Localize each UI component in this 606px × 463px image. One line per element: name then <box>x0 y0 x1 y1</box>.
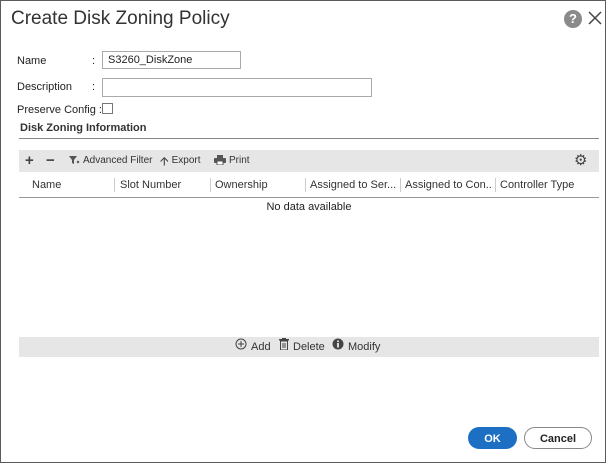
remove-row-button[interactable]: − <box>46 150 55 172</box>
name-colon: : <box>92 55 96 67</box>
cancel-button[interactable]: Cancel <box>524 427 592 449</box>
add-button[interactable]: Add <box>235 337 271 357</box>
add-row-button[interactable]: + <box>25 150 34 172</box>
plus-circle-icon <box>235 337 247 357</box>
name-input[interactable] <box>102 51 241 69</box>
description-label: Description <box>17 81 73 93</box>
advanced-filter-button[interactable]: Advanced Filter <box>69 150 152 172</box>
info-icon <box>332 337 344 357</box>
empty-table-message: No data available <box>266 201 352 213</box>
gear-icon: ⚙ <box>574 152 588 169</box>
dialog-title: Create Disk Zoning Policy <box>11 8 230 29</box>
column-header-assigned-to-controller[interactable]: Assigned to Con... <box>405 175 493 195</box>
delete-label: Delete <box>293 341 325 353</box>
column-divider <box>210 178 211 192</box>
column-header-controller-type[interactable]: Controller Type <box>500 175 595 195</box>
export-label: Export <box>171 155 201 166</box>
modify-button[interactable]: Modify <box>332 337 380 357</box>
plus-icon: + <box>25 152 34 169</box>
description-input[interactable] <box>102 78 372 97</box>
column-divider <box>495 178 496 192</box>
column-header-name[interactable]: Name <box>32 175 112 195</box>
column-header-ownership[interactable]: Ownership <box>215 175 303 195</box>
table-action-bar: Add Delete Modify <box>19 337 599 357</box>
column-header-slot-number[interactable]: Slot Number <box>120 175 208 195</box>
delete-button[interactable]: Delete <box>279 337 325 357</box>
add-label: Add <box>251 341 271 353</box>
create-disk-zoning-policy-dialog: Create Disk Zoning Policy ? Name : Descr… <box>0 0 606 463</box>
ok-button[interactable]: OK <box>468 427 517 449</box>
export-icon: 🡩 <box>160 154 169 168</box>
print-button[interactable]: Print <box>214 150 250 172</box>
table-toolbar: + − Advanced Filter 🡩 Export Print ⚙ <box>19 150 599 172</box>
print-label: Print <box>229 155 250 166</box>
advanced-filter-label: Advanced Filter <box>83 155 153 166</box>
name-label: Name <box>17 55 47 67</box>
close-icon[interactable] <box>587 8 603 28</box>
table-settings-button[interactable]: ⚙ <box>574 150 587 172</box>
table-header: Name Slot Number Ownership Assigned to S… <box>19 175 599 198</box>
export-button[interactable]: 🡩 Export <box>160 150 201 172</box>
preserve-config-label: Preserve Config : <box>17 104 102 116</box>
preserve-config-checkbox[interactable] <box>102 103 113 114</box>
description-colon: : <box>92 81 96 93</box>
column-divider <box>400 178 401 192</box>
column-header-assigned-to-server[interactable]: Assigned to Ser... <box>310 175 398 195</box>
minus-icon: − <box>46 152 55 169</box>
section-title: Disk Zoning Information <box>20 122 147 134</box>
modify-label: Modify <box>348 341 381 353</box>
section-divider <box>19 138 599 139</box>
printer-icon <box>214 150 226 172</box>
help-button[interactable]: ? <box>564 10 582 28</box>
column-divider <box>305 178 306 192</box>
column-divider <box>114 178 115 192</box>
trash-icon <box>279 337 289 357</box>
filter-icon <box>69 150 80 172</box>
